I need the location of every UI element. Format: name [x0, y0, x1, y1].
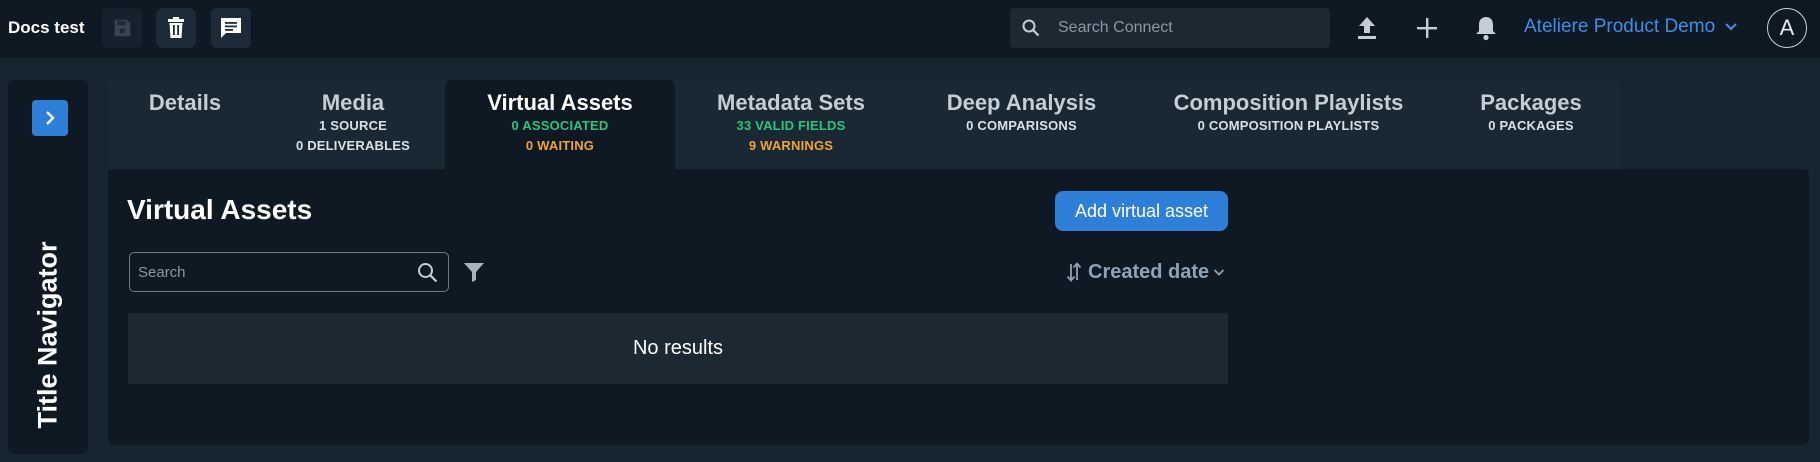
tab-count: 0 COMPARISONS	[966, 118, 1077, 133]
comments-button[interactable]	[211, 8, 251, 48]
tab-count: 0 PACKAGES	[1488, 118, 1574, 133]
tab-label: Packages	[1480, 90, 1582, 115]
user-avatar[interactable]: A	[1767, 8, 1807, 48]
search-icon	[1022, 19, 1040, 37]
filter-icon[interactable]	[462, 260, 486, 284]
sort-label: Created date	[1088, 260, 1210, 283]
tab-virtual-assets[interactable]: Virtual Assets 0 ASSOCIATED 0 WAITING	[445, 80, 675, 169]
tab-deep-analysis[interactable]: Deep Analysis 0 COMPARISONS	[907, 80, 1136, 169]
sort-control[interactable]: Created date	[1066, 258, 1225, 286]
upload-button[interactable]	[1349, 10, 1385, 46]
chevron-down-icon	[1725, 23, 1738, 31]
organization-name: Ateliere Product Demo	[1524, 16, 1716, 37]
chevron-down-icon	[1214, 268, 1225, 276]
delete-button[interactable]	[156, 8, 196, 48]
notifications-button[interactable]	[1468, 10, 1504, 46]
tab-count: 9 WARNINGS	[748, 138, 834, 153]
tab-count: 1 SOURCE	[318, 118, 388, 133]
search-input[interactable]	[138, 253, 398, 291]
tab-label: Metadata Sets	[717, 90, 865, 115]
search-icon[interactable]	[417, 262, 438, 283]
tab-label: Composition Playlists	[1173, 90, 1404, 115]
page-title: Virtual Assets	[127, 194, 313, 225]
tab-media[interactable]: Media 1 SOURCE 0 DELIVERABLES	[262, 80, 444, 169]
upload-icon	[1358, 17, 1376, 39]
empty-message: No results	[632, 337, 724, 359]
tab-packages[interactable]: Packages 0 PACKAGES	[1441, 80, 1621, 169]
global-search[interactable]: Search Connect	[1010, 8, 1330, 48]
create-button[interactable]	[1409, 10, 1445, 46]
chevron-right-icon	[46, 111, 55, 125]
comment-icon	[221, 18, 241, 38]
navigator-label: Title Navigator	[32, 241, 63, 429]
tab-count: 33 VALID FIELDS	[736, 118, 846, 133]
top-bar: Docs test Search Connect Ateliere Produc…	[0, 0, 1820, 58]
tab-label: Details	[148, 90, 222, 115]
document-title: Docs test	[8, 18, 85, 37]
bell-icon	[1476, 17, 1496, 41]
sort-icon	[1066, 262, 1082, 282]
tab-label: Media	[321, 90, 385, 115]
tab-metadata-sets[interactable]: Metadata Sets 33 VALID FIELDS 9 WARNINGS	[675, 80, 907, 169]
save-icon	[114, 19, 131, 37]
title-navigator: Title Navigator	[8, 80, 88, 454]
results-empty-state: No results	[128, 313, 1228, 384]
add-virtual-asset-button[interactable]: Add virtual asset	[1055, 191, 1228, 231]
save-button[interactable]	[102, 8, 142, 48]
global-search-placeholder: Search Connect	[1058, 19, 1173, 36]
virtual-assets-search	[129, 252, 449, 292]
tab-count: 0 COMPOSITION PLAYLISTS	[1197, 118, 1380, 133]
tab-count: 0 ASSOCIATED	[511, 118, 609, 133]
tab-details[interactable]: Details	[108, 80, 262, 169]
navigator-expand-button[interactable]	[32, 100, 68, 136]
plus-icon	[1417, 18, 1437, 38]
tab-label: Virtual Assets	[487, 90, 633, 115]
tab-count: 0 WAITING	[525, 138, 595, 153]
avatar-initial: A	[1779, 15, 1795, 40]
organization-selector[interactable]: Ateliere Product Demo	[1524, 0, 1738, 54]
virtual-assets-panel	[108, 169, 1809, 445]
trash-icon	[168, 17, 184, 38]
tab-composition-playlists[interactable]: Composition Playlists 0 COMPOSITION PLAY…	[1136, 80, 1441, 169]
tab-label: Deep Analysis	[946, 90, 1097, 115]
tab-count: 0 DELIVERABLES	[295, 138, 411, 153]
